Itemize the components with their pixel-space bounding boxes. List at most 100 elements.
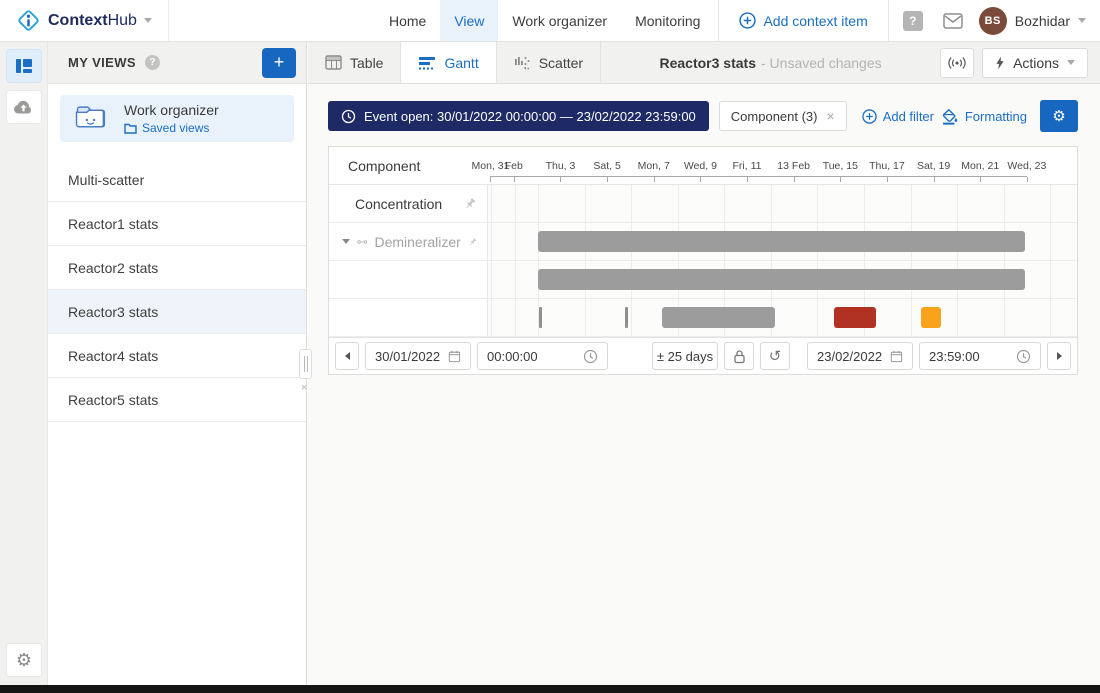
gantt-row-demineralizer: Demineralizer [329,223,1077,261]
sidebar-resize-handle[interactable] [299,349,312,379]
row-label-cell [329,261,487,298]
component-filter-chip[interactable]: Component (3) × [719,101,847,131]
end-time-field[interactable]: 23:59:00 [919,342,1041,370]
add-context-item-button[interactable]: Add context item [723,0,883,41]
sidebar-item-reactor2-stats[interactable]: Reactor2 stats [48,246,306,290]
saved-views-link[interactable]: Saved views [124,121,219,135]
lock-range-button[interactable] [724,342,754,370]
timeline-tick-label: 13 Feb [777,160,810,172]
live-broadcast-button[interactable] [940,48,974,78]
sidebar-item-multi-scatter[interactable]: Multi-scatter [48,158,306,202]
collapse-sidebar-icon[interactable]: × [301,382,307,394]
nav-item-monitoring[interactable]: Monitoring [621,0,714,41]
gantt-settings-button[interactable]: ⚙ [1040,100,1078,132]
add-view-button[interactable]: + [262,48,296,78]
nav-item-home[interactable]: Home [375,0,440,41]
gantt-bar[interactable] [538,231,1024,252]
gantt-bar[interactable] [625,307,628,328]
remove-filter-icon[interactable]: × [827,108,835,124]
shift-range-right-button[interactable] [1047,342,1071,370]
arrow-left-icon [345,352,350,360]
gantt-bar[interactable] [662,307,775,328]
workspace-card[interactable]: Work organizer Saved views [60,95,294,142]
divider [718,0,719,41]
row-label-cell: Concentration [329,185,487,222]
chevron-down-icon [1078,18,1086,23]
contexthub-logo-icon [16,8,41,33]
timeline-tick-mark [840,177,841,182]
main-area: Table Gantt Scatter R [308,42,1100,685]
folder-icon [124,123,137,134]
nav-item-view[interactable]: View [440,0,498,41]
sidebar-item-reactor1-stats[interactable]: Reactor1 stats [48,202,306,246]
clock-icon [1016,349,1031,364]
user-menu[interactable]: BS Bozhidar [973,0,1100,41]
divider [888,0,889,41]
start-date-field[interactable]: 30/01/2022 [365,342,471,370]
timeline-tick-label: Fri, 11 [733,160,762,172]
shift-range-left-button[interactable] [335,342,359,370]
timeline-tick-mark [887,177,888,182]
pin-icon[interactable] [463,197,477,211]
gantt-row-track [487,185,1077,222]
link-icon [357,237,367,247]
user-name: Bozhidar [1015,13,1070,29]
chevron-down-icon[interactable] [144,18,152,23]
tab-scatter[interactable]: Scatter [497,42,601,83]
actions-button[interactable]: Actions [982,48,1088,78]
plus-circle-icon [739,12,756,29]
brand[interactable]: ContextHub [0,0,169,41]
end-date-field[interactable]: 23/02/2022 [807,342,913,370]
settings-button[interactable]: ⚙ [6,643,42,677]
nav-item-work-organizer[interactable]: Work organizer [498,0,621,41]
row-label-cell: Demineralizer [329,223,487,260]
sidebar-item-reactor3-stats[interactable]: Reactor3 stats [48,290,306,334]
timeline-tick-label: Thu, 17 [869,160,905,172]
history-icon: ↺ [769,349,782,364]
sidebar-item-reactor4-stats[interactable]: Reactor4 stats [48,334,306,378]
broadcast-icon [948,56,966,70]
view-name: Reactor3 stats [660,55,757,71]
sidebar-title: MY VIEWS [68,55,136,70]
start-time-field[interactable]: 00:00:00 [477,342,608,370]
filter-bar: Event open: 30/01/2022 00:00:00 — 23/02/… [328,100,1078,132]
bottom-bar [0,685,1100,693]
help-button[interactable]: ? [893,0,933,41]
clock-icon [341,109,356,124]
view-content: Event open: 30/01/2022 00:00:00 — 23/02/… [308,84,1100,375]
views-panel-button[interactable] [6,49,42,83]
collapse-row-icon[interactable] [342,239,350,244]
range-span-button[interactable]: ± 25 days [652,342,718,370]
add-filter-button[interactable]: Add filter [862,109,934,124]
gear-icon: ⚙ [16,651,32,669]
gantt-bar[interactable] [921,307,941,328]
gantt-row-track [487,299,1077,336]
gantt-panel: Component Mon, 31FebThu, 3Sat, 5Mon, 7We… [328,146,1078,375]
gantt-timeline-header: Mon, 31FebThu, 3Sat, 5Mon, 7Wed, 9Fri, 1… [487,147,1077,184]
avatar: BS [979,7,1007,35]
pin-icon[interactable] [468,235,477,249]
timeline-tick-label: Mon, 21 [961,160,999,172]
chevron-down-icon [1067,60,1075,65]
gantt-bar[interactable] [539,307,542,328]
app-screen: ContextHub Home View Work organizer Moni… [0,0,1100,693]
tab-table[interactable]: Table [308,42,401,83]
reset-range-button[interactable]: ↺ [760,342,790,370]
gantt-header: Component Mon, 31FebThu, 3Sat, 5Mon, 7We… [329,147,1077,185]
event-open-filter-pill[interactable]: Event open: 30/01/2022 00:00:00 — 23/02/… [328,101,709,131]
view-title: Reactor3 stats - Unsaved changes [601,42,940,83]
formatting-button[interactable]: Formatting [941,108,1027,125]
tab-gantt[interactable]: Gantt [401,42,496,83]
cloud-upload-button[interactable] [6,90,42,124]
calendar-icon [890,349,903,364]
timeline-tick-mark [560,177,561,182]
help-icon[interactable]: ? [145,55,160,70]
gantt-bar[interactable] [834,307,876,328]
gantt-row-child-2 [329,299,1077,337]
timeline-tick-mark [490,177,491,182]
sidebar-item-reactor5-stats[interactable]: Reactor5 stats [48,378,306,422]
timeline-tick-mark [1027,177,1028,182]
timeline-tick-mark [934,177,935,182]
messages-button[interactable] [933,0,973,41]
gantt-bar[interactable] [538,269,1024,290]
